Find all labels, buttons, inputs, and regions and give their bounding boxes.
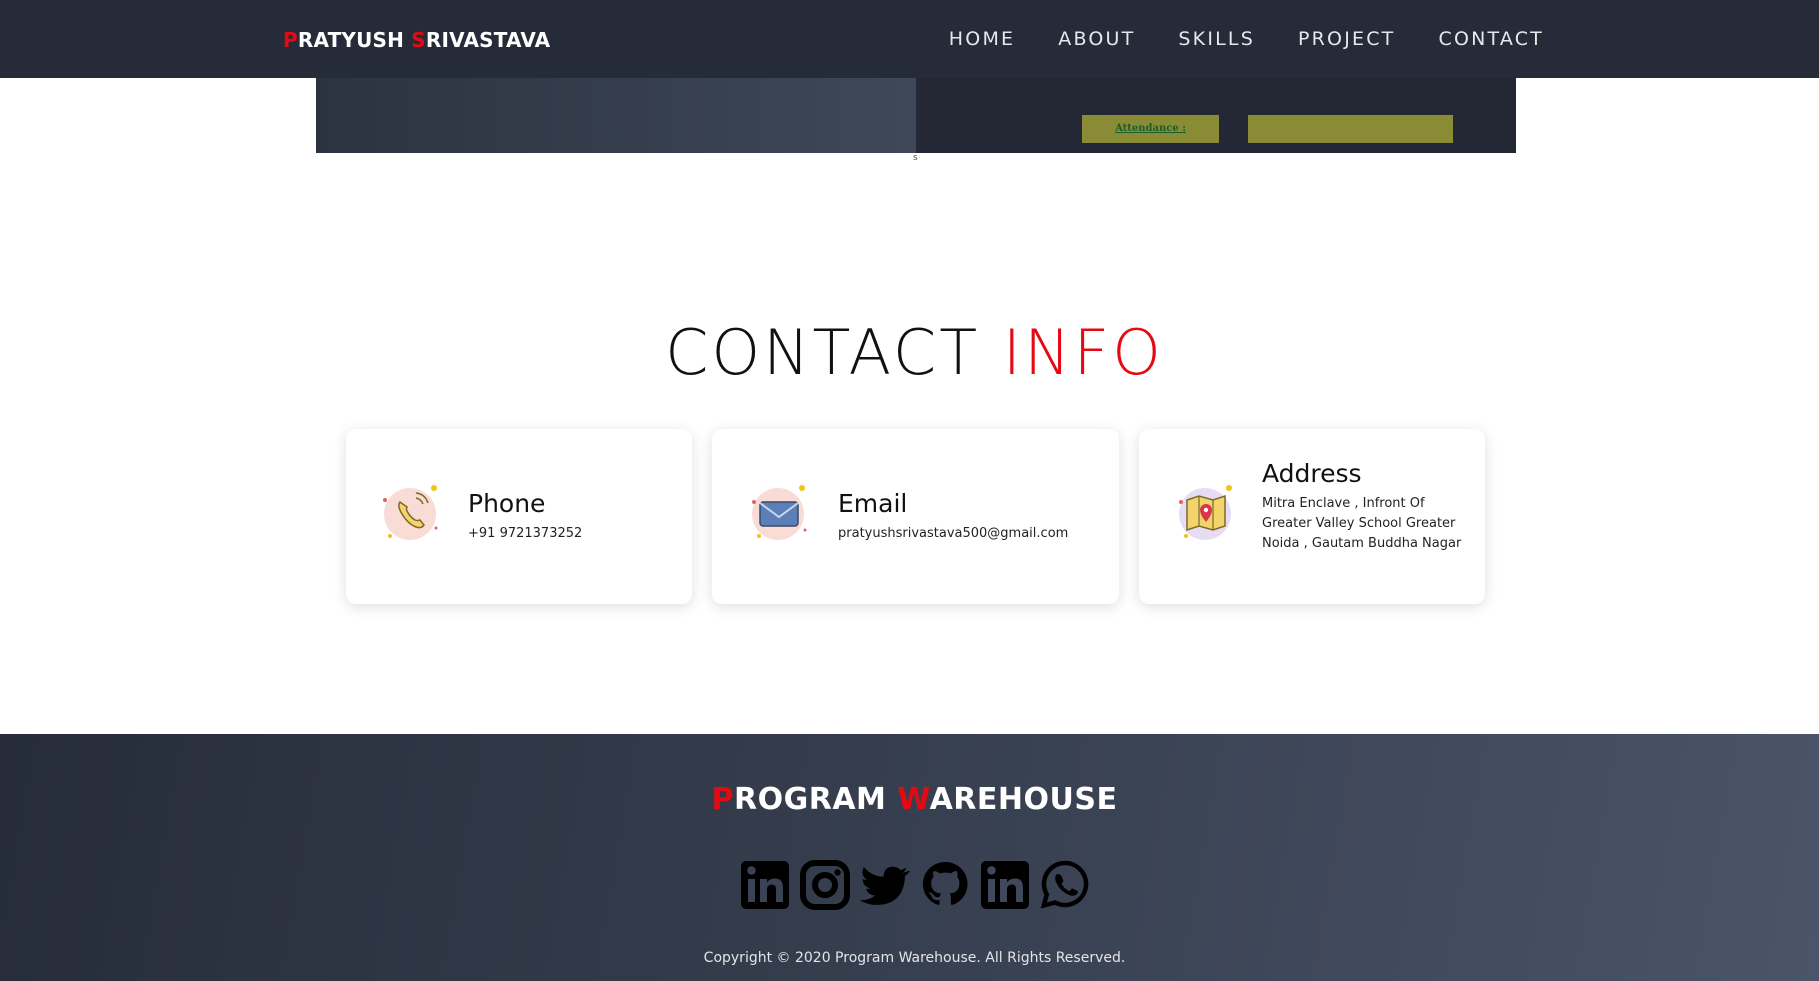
map-icon [1179, 485, 1232, 540]
linkedin-icon[interactable] [980, 859, 1030, 911]
page: PRATYUSH SRIVASTAVA HOME ABOUT SKILLS PR… [0, 0, 1819, 981]
nav-link-contact[interactable]: CONTACT [1438, 28, 1544, 50]
title-part-info: INFO [1002, 316, 1164, 389]
phone-title: Phone [468, 489, 546, 518]
footer-title: PROGRAM WAREHOUSE [0, 782, 1819, 817]
email-card: Email pratyushsrivastava500@gmail.com [712, 429, 1119, 604]
phone-number[interactable]: +91 9721373252 [468, 524, 582, 544]
nav-link-home[interactable]: HOME [949, 28, 1015, 50]
attendance-field[interactable] [1248, 115, 1453, 143]
stray-text: s [913, 153, 918, 163]
navbar: PRATYUSH SRIVASTAVA HOME ABOUT SKILLS PR… [0, 0, 1819, 78]
title-part-contact: CONTACT [665, 316, 1003, 389]
nav-link-about[interactable]: ABOUT [1058, 28, 1135, 50]
contact-info-title: CONTACT INFO [0, 316, 1819, 389]
phone-card: Phone +91 9721373252 [346, 429, 692, 604]
brand-first-initial: P [283, 28, 298, 52]
brand-last-initial: S [411, 28, 426, 52]
footer-title-initial-w: W [897, 782, 930, 817]
address-title: Address [1262, 459, 1362, 488]
social-links [740, 859, 1090, 911]
instagram-icon[interactable] [800, 859, 850, 911]
linkedin-icon[interactable] [740, 859, 790, 911]
brand-first-rest: RATYUSH [297, 28, 412, 52]
attendance-link[interactable]: Attendance : [1082, 115, 1219, 143]
phone-icon [383, 485, 438, 540]
email-title: Email [838, 489, 908, 518]
nav-link-project[interactable]: PROJECT [1298, 28, 1396, 50]
whatsapp-icon[interactable] [1040, 859, 1090, 911]
nav-link-skills[interactable]: SKILLS [1178, 28, 1255, 50]
address-text: Mitra Enclave , Infront Of Greater Valle… [1262, 496, 1462, 551]
github-icon[interactable] [920, 859, 970, 911]
address-card: Address Mitra Enclave , Infront Of Great… [1139, 429, 1485, 604]
project-image-panel [316, 78, 916, 153]
footer-title-rest-1: ROGRAM [734, 782, 898, 817]
footer: PROGRAM WAREHOUSE Copyright © 2020 Progr… [0, 734, 1819, 981]
email-address[interactable]: pratyushsrivastava500@gmail.com [838, 524, 1068, 544]
nav-links: HOME ABOUT SKILLS PROJECT CONTACT [949, 28, 1544, 50]
brand-logo[interactable]: PRATYUSH SRIVASTAVA [283, 28, 550, 52]
email-icon [752, 485, 807, 540]
twitter-icon[interactable] [860, 859, 910, 911]
footer-title-initial-p: P [711, 782, 734, 817]
brand-last-rest: RIVASTAVA [425, 28, 551, 52]
footer-title-rest-2: AREHOUSE [929, 782, 1118, 817]
copyright-text: Copyright © 2020 Program Warehouse. All … [703, 950, 1126, 966]
